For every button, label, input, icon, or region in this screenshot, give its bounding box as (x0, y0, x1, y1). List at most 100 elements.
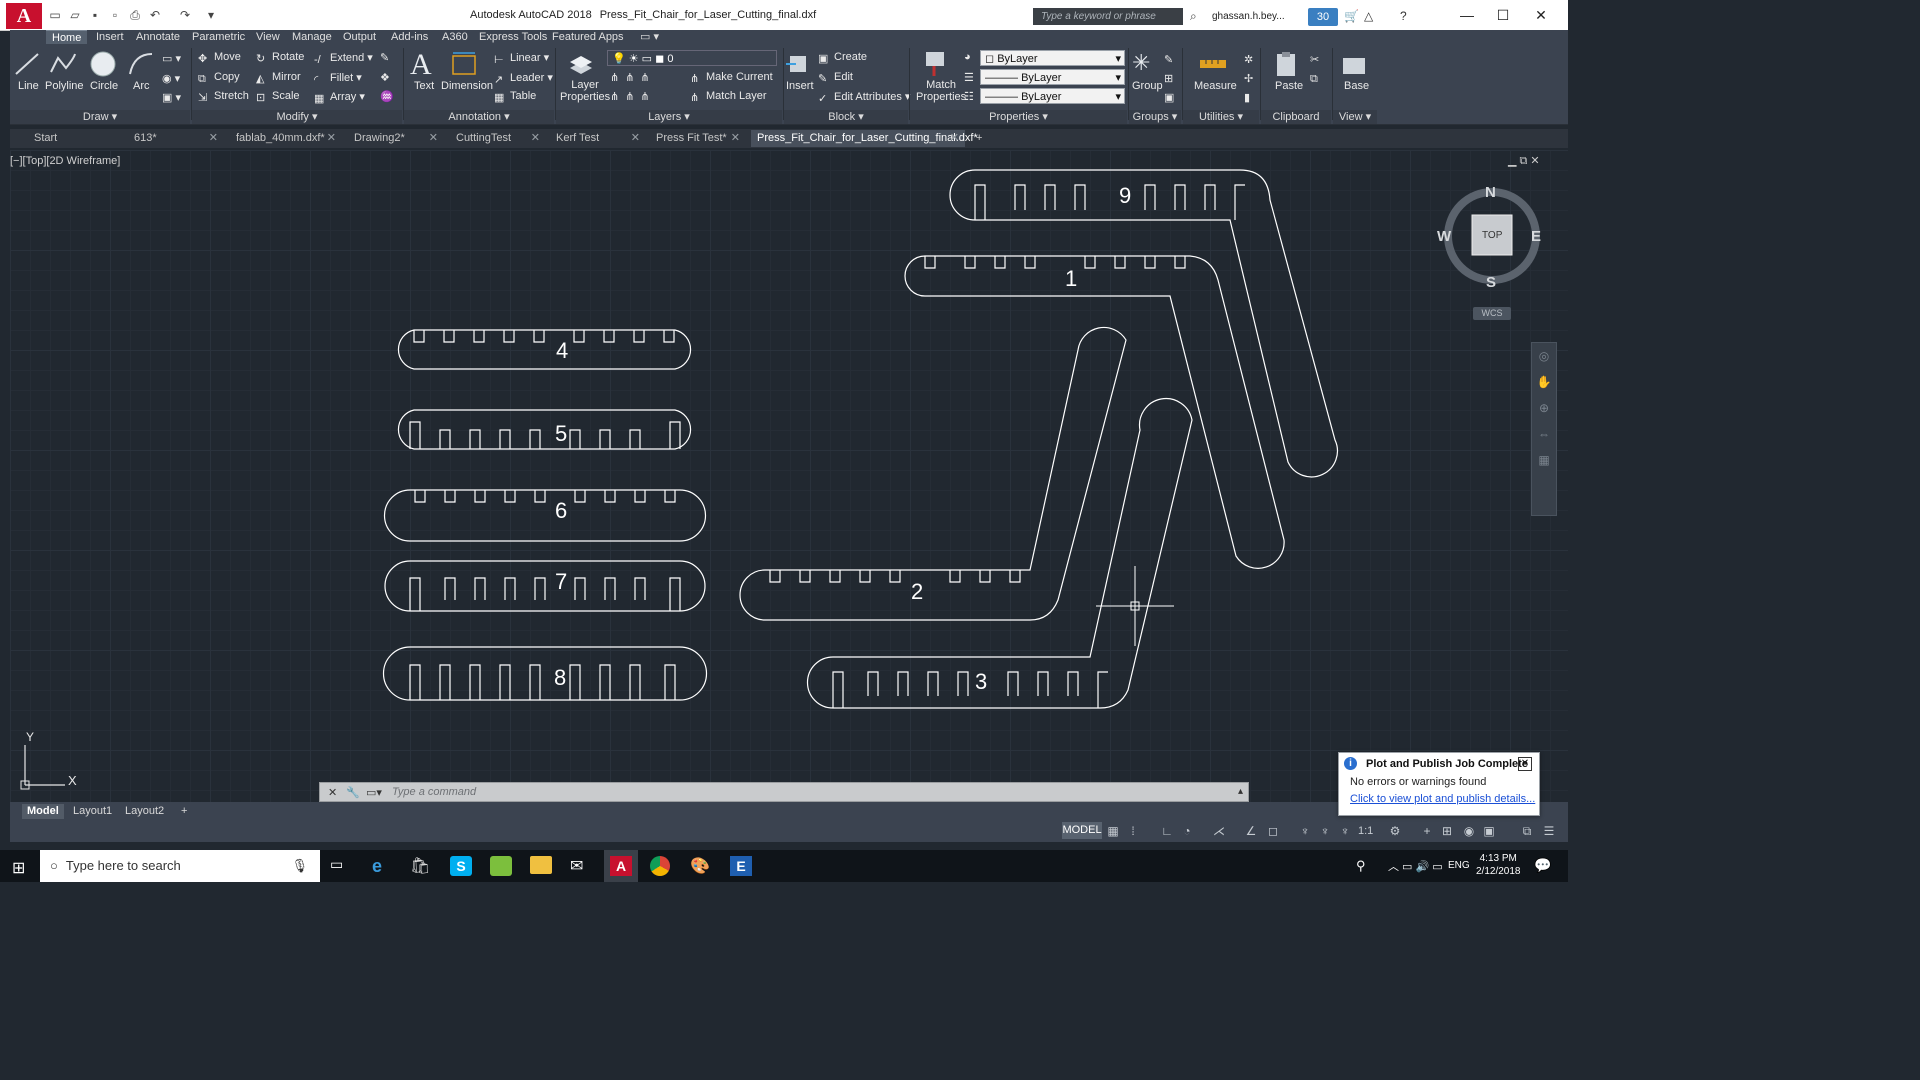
maximize-icon[interactable]: ☐ (1488, 6, 1518, 24)
add-scale-icon[interactable]: + (1420, 824, 1434, 838)
tab-a360[interactable]: A360 (442, 30, 468, 44)
draw-panel-label[interactable]: Draw ▾ (10, 110, 190, 124)
command-settings-icon[interactable]: 🔧 (346, 786, 360, 799)
text-button[interactable]: Text (414, 80, 434, 92)
redo-icon[interactable]: ↷ (178, 8, 192, 22)
skype-icon[interactable]: S (450, 856, 472, 876)
color-dropdown[interactable]: ◻ ByLayer ▾ (980, 50, 1125, 66)
isodraft-icon[interactable]: ⋌ (1212, 824, 1226, 838)
viewcube-south[interactable]: S (1486, 274, 1496, 291)
user-account[interactable]: ghassan.h.bey... (1212, 11, 1285, 22)
layer-dropdown[interactable]: 💡 ☀ ▭ ◼ 0 (607, 50, 777, 66)
file-tab-active[interactable]: Press_Fit_Chair_for_Laser_Cutting_final.… (751, 130, 978, 147)
dimension-button[interactable]: Dimension (441, 80, 493, 92)
base-view-icon[interactable] (1340, 52, 1368, 78)
viewcube-west[interactable]: W (1437, 228, 1451, 245)
paste-button[interactable]: Paste (1275, 80, 1303, 92)
file-tab-613[interactable]: 613* ✕ (128, 130, 224, 147)
file-tab-drawing2[interactable]: Drawing2* ✕ (348, 130, 444, 147)
polyline-icon[interactable] (48, 50, 78, 78)
layer-tools-row2-icon[interactable]: ⋔⋔⋔ (610, 90, 656, 103)
binoculars-icon[interactable]: ⌕ (1190, 9, 1204, 23)
file-tab-cuttingtest[interactable]: CuttingTest ✕ (450, 130, 546, 147)
action-center-icon[interactable]: 💬 (1534, 857, 1551, 874)
viewcube-top-face[interactable]: TOP (1482, 230, 1502, 241)
dimension-icon[interactable] (450, 50, 478, 78)
windows-start-icon[interactable]: ⊞ (12, 858, 25, 878)
arc-icon[interactable] (126, 50, 156, 78)
file-tab-press-fit-test[interactable]: Press Fit Test* ✕ (650, 130, 746, 147)
tab-annotate[interactable]: Annotate (136, 30, 180, 44)
autocad-taskbar-icon[interactable]: A (610, 856, 632, 876)
file-explorer-icon[interactable] (530, 856, 552, 874)
insert-button[interactable]: Insert (786, 80, 814, 92)
arc-button[interactable]: Arc (133, 80, 150, 92)
measure-icon[interactable] (1198, 52, 1228, 78)
input-language[interactable]: ENG (1448, 860, 1470, 871)
lineweight-dropdown[interactable]: ——— ByLayer ▾ (980, 88, 1125, 104)
add-layout-plus-icon[interactable]: + (176, 804, 192, 819)
close-tab-icon[interactable]: ✕ (429, 130, 438, 147)
ribbon-display-toggle-icon[interactable]: ▭ ▾ (640, 30, 659, 44)
new-file-icon[interactable]: ▭ (48, 8, 62, 22)
auto-scale-icon[interactable]: ♆ (1318, 824, 1332, 838)
copy-button[interactable]: ⧉ Copy (198, 71, 240, 85)
close-tab-icon[interactable]: ✕ (731, 130, 740, 147)
people-icon[interactable]: ⚲ (1356, 858, 1366, 874)
edge-browser-icon[interactable]: e (372, 856, 394, 876)
file-tab-kerf-test[interactable]: Kerf Test ✕ (550, 130, 646, 147)
stretch-button[interactable]: ⇲ Stretch (198, 90, 249, 104)
layer-properties-button[interactable]: Layer Properties (560, 79, 610, 103)
qat-dropdown-icon[interactable]: ▾ (204, 8, 218, 22)
grid-icon[interactable]: ▦ (1106, 824, 1120, 838)
chrome-icon[interactable] (650, 856, 670, 876)
hardware-acceleration-icon[interactable]: ▣ (1482, 824, 1496, 838)
tab-manage[interactable]: Manage (292, 30, 332, 44)
linear-button[interactable]: ⊢ Linear ▾ (494, 51, 549, 66)
layout-tab-model[interactable]: Model (22, 804, 64, 819)
file-tab-start[interactable]: Start (28, 130, 120, 147)
linetype-dropdown[interactable]: ——— ByLayer ▾ (980, 69, 1125, 85)
text-icon[interactable]: A (410, 48, 432, 82)
leader-button[interactable]: ↗ Leader ▾ (494, 71, 553, 86)
tab-output[interactable]: Output (343, 30, 376, 44)
app-green-icon[interactable] (490, 856, 512, 876)
close-tab-icon[interactable]: ✕ (631, 130, 640, 147)
erase-icon[interactable]: ✎ (380, 51, 389, 64)
task-view-icon[interactable]: ▭ (330, 856, 352, 876)
close-tab-icon[interactable]: ✕ (209, 130, 218, 147)
tab-home[interactable]: Home (46, 30, 88, 45)
command-history-icon[interactable]: ▴ (1238, 786, 1243, 797)
measure-button[interactable]: Measure (1194, 80, 1237, 92)
region-icon[interactable]: ▣ ▾ (162, 91, 181, 104)
viewcube-east[interactable]: E (1531, 228, 1541, 245)
extend-button[interactable]: -/Extend ▾ (314, 51, 373, 66)
new-tab-plus-icon[interactable]: + (970, 130, 992, 147)
group-button[interactable]: Group (1132, 80, 1163, 92)
tab-view[interactable]: View (256, 30, 280, 44)
wcs-menu[interactable]: WCS (1473, 307, 1511, 320)
app-e-icon[interactable]: E (730, 856, 752, 876)
tab-add-ins[interactable]: Add-ins (391, 30, 428, 44)
clipboard-panel-label[interactable]: Clipboard (1261, 110, 1331, 124)
annotation-scale-icon[interactable]: ♆ (1338, 824, 1352, 838)
layout-tab-layout1[interactable]: Layout1 (68, 804, 117, 819)
group-icon[interactable]: ✳ (1132, 50, 1150, 76)
base-button[interactable]: Base (1344, 80, 1369, 92)
line-button[interactable]: Line (18, 80, 39, 92)
line-icon[interactable] (12, 50, 42, 78)
tab-express-tools[interactable]: Express Tools (479, 30, 547, 44)
paint-icon[interactable]: 🎨 (690, 856, 712, 876)
utilities-panel-label[interactable]: Utilities ▾ (1183, 110, 1259, 124)
explode-icon[interactable]: ❖ (380, 71, 390, 84)
layer-tools-icon[interactable]: ⋔⋔⋔ (610, 71, 656, 84)
a360-icon[interactable]: △ (1364, 9, 1373, 23)
annotation-scale-value[interactable]: 1:1 (1358, 825, 1373, 837)
tab-insert[interactable]: Insert (96, 30, 124, 44)
polar-icon[interactable]: ◔ (1180, 824, 1194, 838)
drawing-canvas[interactable] (10, 150, 1568, 802)
array-button[interactable]: ▦ Array ▾ (314, 90, 365, 105)
notification-close-icon[interactable]: ✕ (1518, 757, 1532, 771)
rectangle-icon[interactable]: ▭ ▾ (162, 52, 181, 65)
layer-properties-icon[interactable] (566, 50, 596, 78)
